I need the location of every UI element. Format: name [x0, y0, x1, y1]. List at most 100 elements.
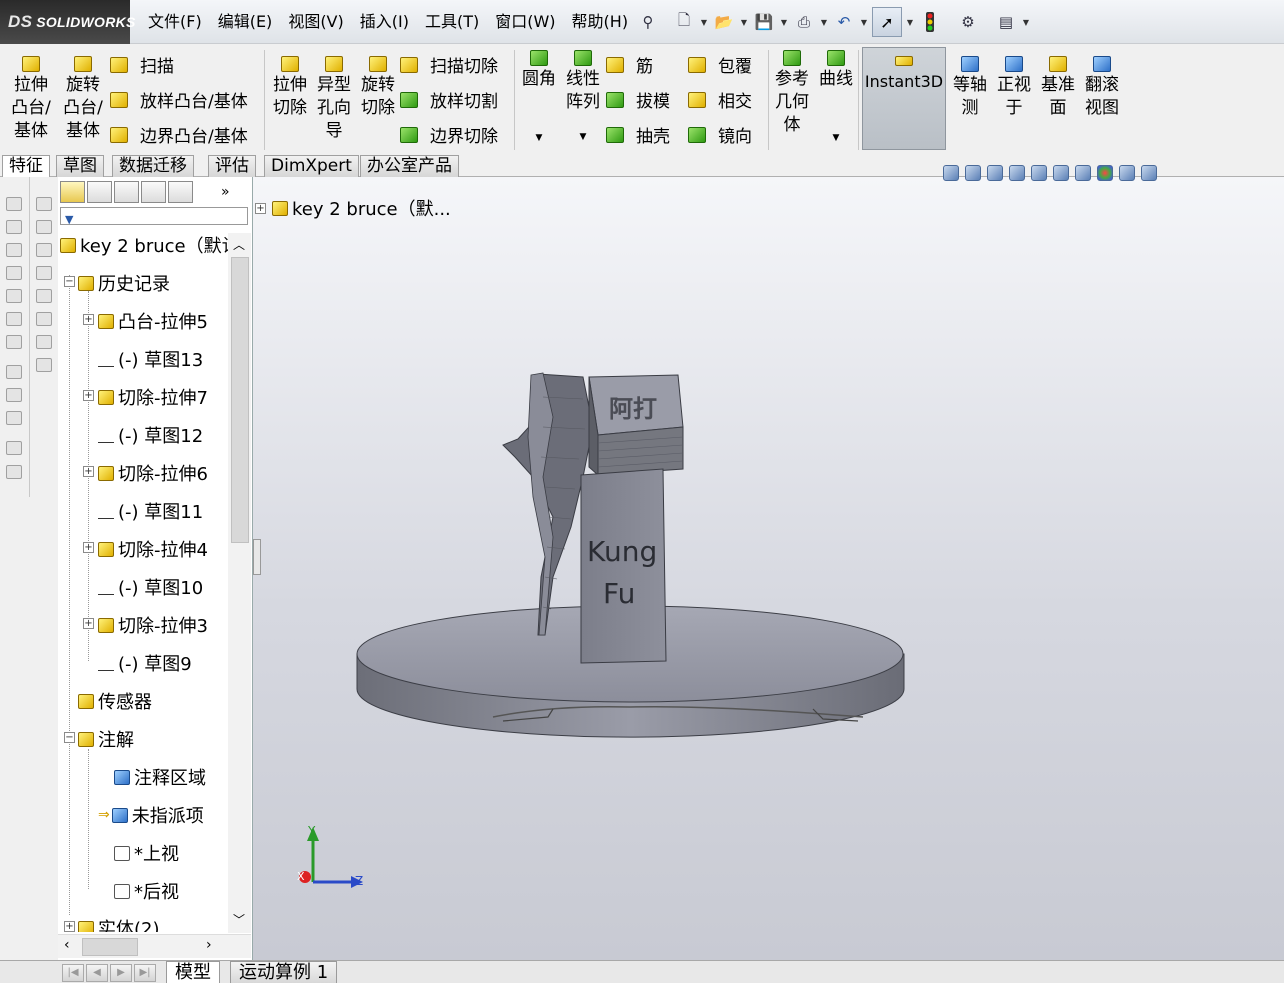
- toolbar-tool-icon[interactable]: [36, 312, 52, 326]
- expand-icon[interactable]: +: [83, 618, 94, 629]
- pin-icon[interactable]: ⚲: [636, 8, 660, 36]
- select-dropdown-icon[interactable]: ▼: [904, 8, 916, 36]
- collapse-icon[interactable]: −: [64, 276, 75, 287]
- toolbar-tool-icon[interactable]: [36, 243, 52, 257]
- tree-annotation-item[interactable]: ⇒ 未指派项: [98, 802, 204, 828]
- display-manager-tab[interactable]: [168, 181, 193, 203]
- normal-to-button[interactable]: 正视 于: [994, 56, 1034, 120]
- tree-feature-item[interactable]: 切除-拉伸3: [98, 612, 208, 638]
- tree-feature-item[interactable]: 切除-拉伸6: [98, 460, 208, 486]
- scrollbar-thumb[interactable]: [231, 257, 249, 543]
- tree-annotations[interactable]: 注解: [78, 726, 134, 752]
- hole-wizard-button[interactable]: 异型 孔向 导: [314, 56, 354, 143]
- feature-tool-icon[interactable]: [6, 441, 22, 455]
- tab-sketch[interactable]: 草图: [56, 155, 104, 177]
- toolbar-tool-icon[interactable]: [6, 411, 22, 425]
- open-dropdown-icon[interactable]: ▼: [738, 8, 750, 36]
- toolbar-tool-icon[interactable]: [36, 358, 52, 372]
- reference-geometry-button[interactable]: 参考 几何 体: [772, 50, 812, 137]
- scroll-view-button[interactable]: 翻滚 视图: [1082, 56, 1122, 120]
- toolbar-tool-icon[interactable]: [6, 335, 22, 349]
- select-cursor-icon[interactable]: ➚: [872, 7, 902, 37]
- toolbar-tool-icon[interactable]: [6, 312, 22, 326]
- tree-annotation-item[interactable]: 注释区域: [114, 764, 206, 790]
- toolbar-tool-icon[interactable]: [36, 220, 52, 234]
- scroll-up-icon[interactable]: ︿: [233, 236, 245, 253]
- menu-file[interactable]: 文件(F): [140, 0, 210, 44]
- tree-annotation-item[interactable]: *后视: [114, 878, 179, 904]
- tree-filter-input[interactable]: ▼: [60, 207, 248, 226]
- next-tab-nav-icon[interactable]: ▶: [110, 964, 132, 982]
- toolbar-tool-icon[interactable]: [36, 197, 52, 211]
- tab-features[interactable]: 特征: [2, 155, 50, 177]
- menu-window[interactable]: 窗口(W): [487, 0, 563, 44]
- last-tab-nav-icon[interactable]: ▶|: [134, 964, 156, 982]
- first-tab-nav-icon[interactable]: |◀: [62, 964, 84, 982]
- tree-horizontal-scrollbar[interactable]: ‹ ›: [58, 934, 251, 958]
- tree-sketch-item[interactable]: (-) 草图11: [98, 498, 203, 524]
- menu-insert[interactable]: 插入(I): [352, 0, 417, 44]
- tab-data-migration[interactable]: 数据迁移: [112, 155, 194, 177]
- revolve-cut-button[interactable]: 旋转 切除: [358, 56, 398, 120]
- menu-edit[interactable]: 编辑(E): [210, 0, 281, 44]
- tree-root-part[interactable]: key 2 bruce（默认: [60, 232, 228, 258]
- undo-icon[interactable]: ↶: [832, 8, 856, 36]
- collapse-icon[interactable]: −: [64, 732, 75, 743]
- tree-vertical-scrollbar[interactable]: ︿ ﹀: [228, 233, 251, 933]
- tree-sketch-item[interactable]: (-) 草图9: [98, 650, 192, 676]
- fillet-dropdown-icon[interactable]: ▼: [536, 127, 543, 150]
- print-dropdown-icon[interactable]: ▼: [818, 8, 830, 36]
- tree-sensors[interactable]: 传感器: [78, 688, 152, 714]
- scroll-left-icon[interactable]: ‹: [64, 937, 70, 953]
- tree-solid-bodies[interactable]: 实体(2): [78, 915, 160, 932]
- extrude-cut-button[interactable]: 拉伸 切除: [270, 56, 310, 120]
- menu-tools[interactable]: 工具(T): [417, 0, 487, 44]
- instant3d-button[interactable]: Instant3D: [862, 47, 946, 150]
- tree-sketch-item[interactable]: (-) 草图13: [98, 346, 203, 372]
- expand-icon[interactable]: +: [83, 542, 94, 553]
- options-icon[interactable]: ⚙: [956, 8, 980, 36]
- isometric-button[interactable]: 等轴 测: [950, 56, 990, 120]
- expand-icon[interactable]: +: [83, 390, 94, 401]
- datum-plane-button[interactable]: 基准 面: [1038, 56, 1078, 120]
- print-icon[interactable]: ⎙: [792, 8, 816, 36]
- sweep-button[interactable]: 扫描: [110, 52, 174, 77]
- pattern-dropdown-icon[interactable]: ▼: [580, 126, 587, 149]
- expand-icon[interactable]: +: [64, 921, 75, 932]
- menu-help[interactable]: 帮助(H): [564, 0, 637, 44]
- extrude-boss-button[interactable]: 拉伸 凸台/ 基体: [10, 56, 52, 143]
- boundary-boss-button[interactable]: 边界凸台/基体: [110, 122, 248, 147]
- customize-dropdown-icon[interactable]: ▼: [1020, 8, 1032, 36]
- expand-icon[interactable]: +: [83, 314, 94, 325]
- menu-view[interactable]: 视图(V): [280, 0, 351, 44]
- save-dropdown-icon[interactable]: ▼: [778, 8, 790, 36]
- open-folder-icon[interactable]: 📂: [712, 8, 736, 36]
- configuration-manager-tab[interactable]: [114, 181, 139, 203]
- fillet-button[interactable]: 圆角 ▼: [520, 50, 558, 150]
- loft-boss-button[interactable]: 放样凸台/基体: [110, 87, 248, 112]
- feature-tool-icon[interactable]: [6, 465, 22, 479]
- tab-office-products[interactable]: 办公室产品: [360, 155, 459, 177]
- lofted-cut-button[interactable]: 放样切割: [400, 87, 498, 112]
- tab-model[interactable]: 模型: [166, 961, 220, 983]
- sketch-tool-icon[interactable]: [6, 365, 22, 379]
- property-manager-tab[interactable]: [87, 181, 112, 203]
- tree-history[interactable]: 历史记录: [78, 270, 170, 296]
- new-dropdown-icon[interactable]: ▼: [698, 8, 710, 36]
- save-icon[interactable]: 💾: [752, 8, 776, 36]
- expand-icon[interactable]: +: [83, 466, 94, 477]
- toolbar-tool-icon[interactable]: [6, 243, 22, 257]
- tab-motion-study[interactable]: 运动算例 1: [230, 961, 338, 983]
- toolbar-tool-icon[interactable]: [6, 197, 22, 211]
- curves-button[interactable]: 曲线 ▼: [816, 50, 856, 150]
- tree-sketch-item[interactable]: (-) 草图10: [98, 574, 203, 600]
- more-tabs-icon[interactable]: »: [221, 184, 230, 200]
- tab-dimxpert[interactable]: DimXpert: [264, 155, 359, 177]
- toolbar-tool-icon[interactable]: [36, 335, 52, 349]
- graphics-area[interactable]: + key 2 bruce（默... 阿打 Kung Fu Y Z X: [253, 165, 1284, 960]
- curves-dropdown-icon[interactable]: ▼: [833, 127, 840, 150]
- new-document-icon[interactable]: 🗋: [672, 8, 696, 36]
- shell-button[interactable]: 抽壳: [606, 122, 670, 147]
- toolbar-tool-icon[interactable]: [6, 266, 22, 280]
- undo-dropdown-icon[interactable]: ▼: [858, 8, 870, 36]
